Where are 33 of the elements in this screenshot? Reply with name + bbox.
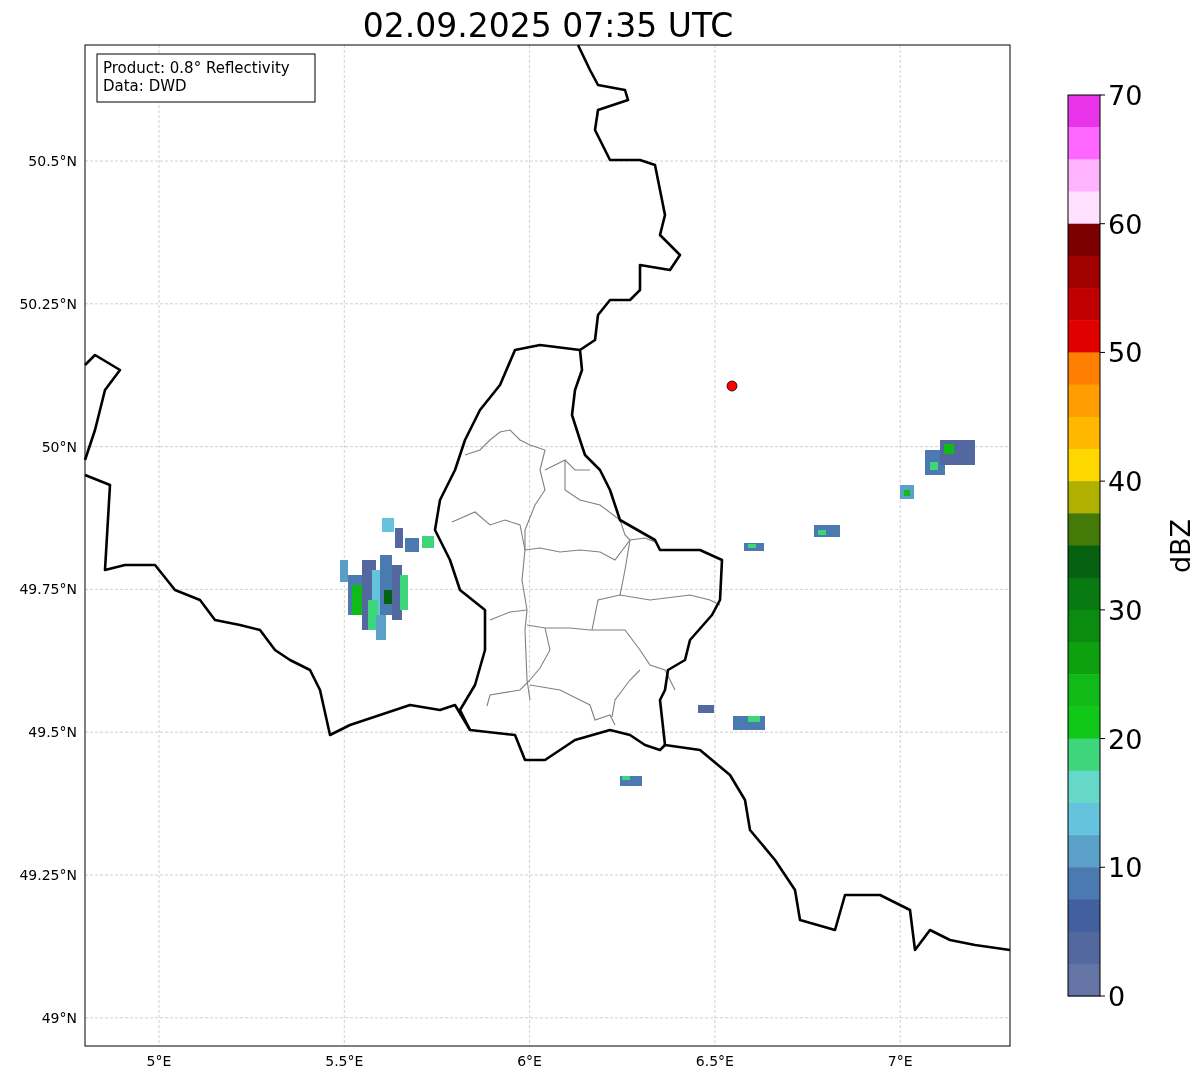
- colorbar-tick-label: 50: [1108, 337, 1143, 369]
- radar-echo-drawing: [382, 518, 434, 552]
- info-text: Data: DWD: [103, 77, 187, 95]
- colorbar-tick-label: 20: [1108, 723, 1143, 755]
- radar-echo-drawing: [900, 485, 914, 499]
- info-text: Product: 0.8° Reflectivity: [103, 59, 290, 77]
- colorbar-label: dBZ: [1165, 518, 1196, 574]
- latitude-tick-label: 50.5°N: [28, 153, 77, 169]
- longitude-tick-label: 7°E: [887, 1053, 913, 1069]
- longitude-tick-label: 6°E: [517, 1053, 542, 1069]
- colorbar-tick-label: 40: [1108, 466, 1143, 498]
- colorbar-tick-label: 60: [1108, 208, 1143, 240]
- colorbar-tick-label: 30: [1108, 594, 1143, 626]
- latitude-tick-label: 49.5°N: [28, 724, 77, 741]
- latitude-tick-label: 49°N: [41, 1009, 77, 1026]
- colorbar-tick-label: 0: [1108, 981, 1126, 1012]
- radar-site-marker: [726, 380, 738, 392]
- latitude-tick-label: 50°N: [41, 438, 77, 455]
- colorbar-tick-label: 10: [1108, 852, 1143, 884]
- colorbar-tick-label: 70: [1108, 80, 1143, 111]
- radar-echo-drawing: [744, 543, 764, 551]
- chart-title: 02.09.2025 07:35 UTC: [362, 6, 734, 45]
- longitude-tick-label: 5°E: [146, 1053, 172, 1069]
- radar-echo-drawing: [814, 525, 840, 537]
- radar-echo-drawing: [733, 716, 765, 730]
- radar-echo-drawing: [925, 440, 975, 475]
- radar-echo-drawing: [620, 776, 642, 786]
- latitude-tick-label: 49.25°N: [19, 867, 77, 883]
- radar-echo-drawing: [698, 705, 714, 713]
- latitude-tick-label: 50.25°N: [19, 295, 77, 312]
- latitude-tick-label: 49.75°N: [19, 581, 77, 598]
- longitude-tick-label: 6.5°E: [695, 1053, 734, 1069]
- longitude-tick-label: 5.5°E: [325, 1053, 364, 1069]
